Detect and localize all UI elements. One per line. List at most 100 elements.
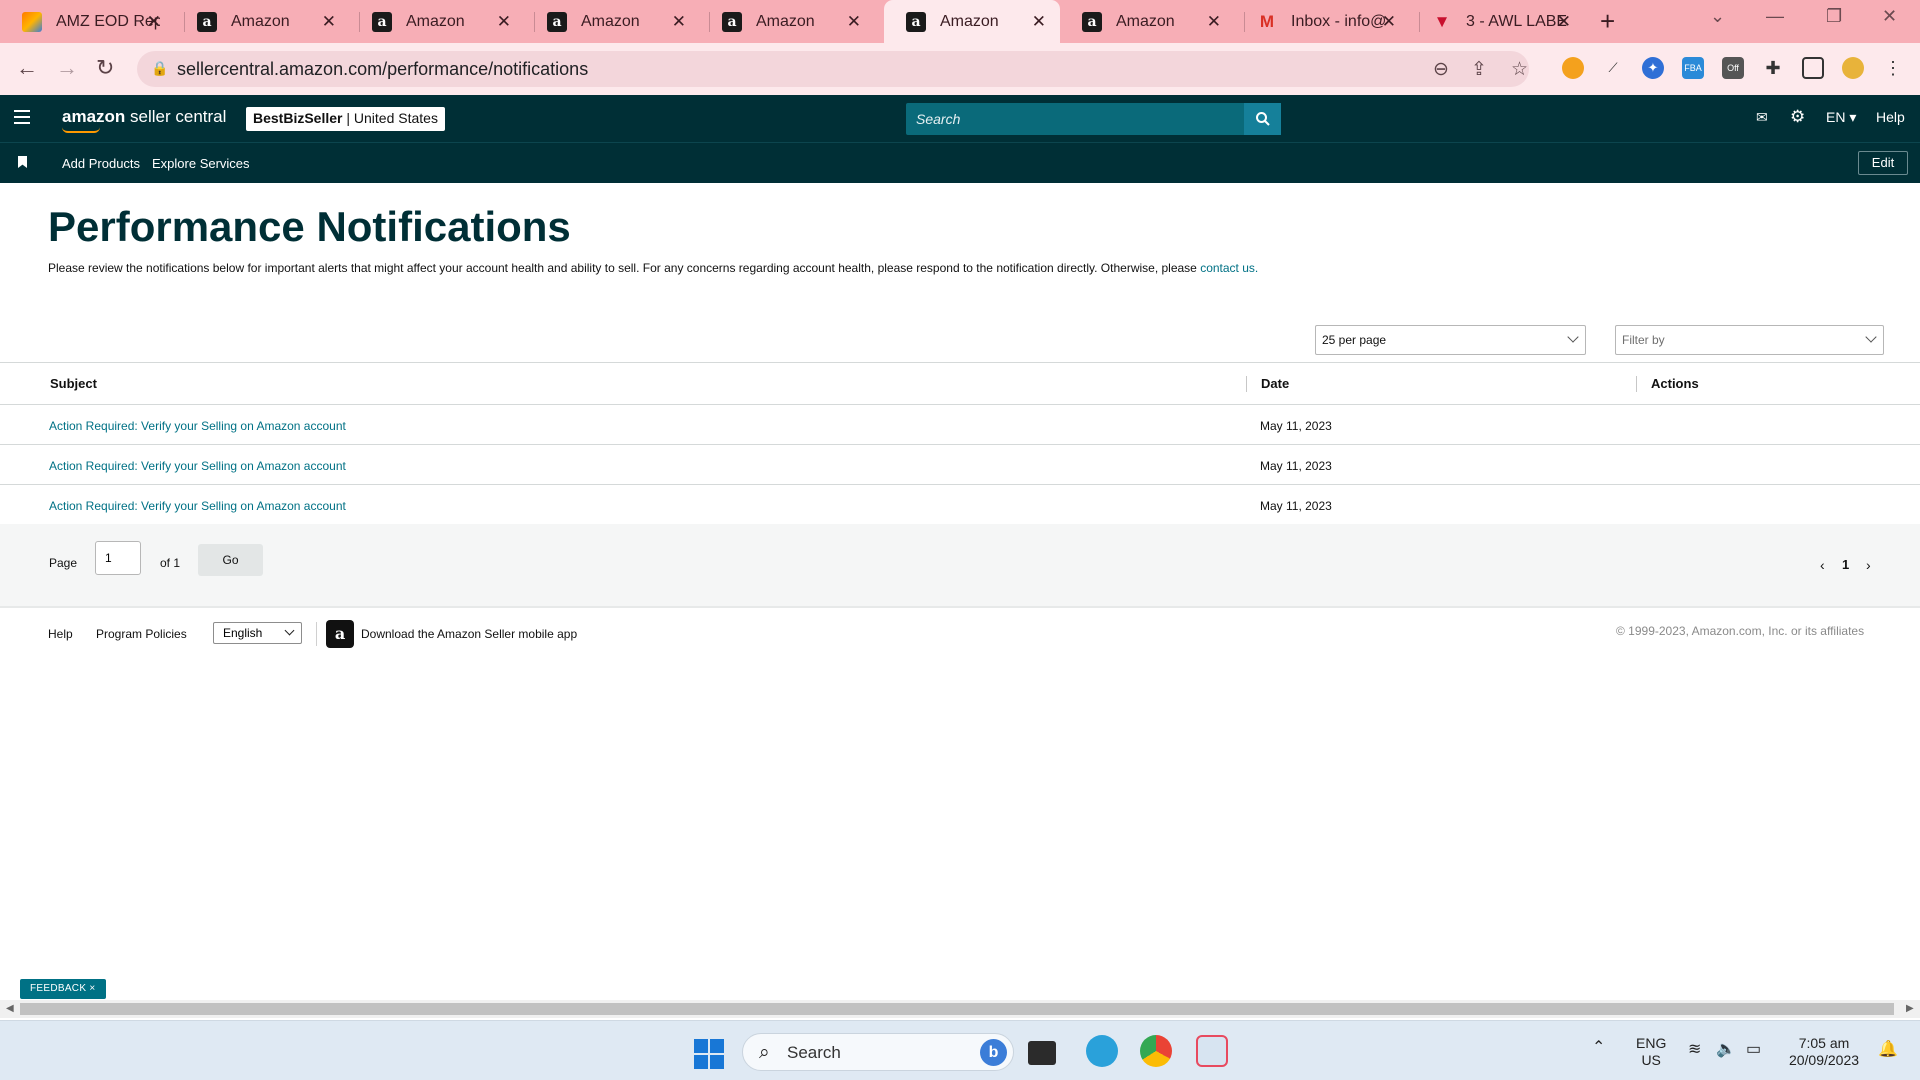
- chevron-right-icon[interactable]: ›: [1866, 557, 1871, 573]
- tab-search-icon[interactable]: ⌄: [1710, 6, 1725, 27]
- tab-amazon-6[interactable]: a Amazon ✕: [1060, 0, 1235, 43]
- amazon-icon: a: [197, 11, 217, 32]
- scrollbar-thumb[interactable]: [20, 1003, 1894, 1015]
- windows-start-icon[interactable]: [694, 1039, 724, 1069]
- notifications-table: Subject Date Actions Action Required: Ve…: [0, 362, 1920, 525]
- forward-icon[interactable]: →: [56, 55, 78, 81]
- zoom-icon[interactable]: ⊖: [1433, 58, 1449, 81]
- language-selector[interactable]: EN ▾: [1826, 109, 1856, 126]
- edit-button[interactable]: Edit: [1858, 151, 1908, 175]
- tab-amazon-2[interactable]: a Amazon ✕: [350, 0, 525, 43]
- per-page-select[interactable]: 25 per page: [1315, 325, 1586, 355]
- account-switcher[interactable]: BestBizSeller | United States: [246, 107, 445, 131]
- program-policies-link[interactable]: Program Policies: [96, 627, 187, 641]
- close-icon[interactable]: ✕: [1207, 12, 1221, 32]
- restore-icon[interactable]: ❐: [1826, 6, 1842, 27]
- notification-bell-icon[interactable]: 🔔: [1878, 1041, 1898, 1058]
- snipping-tool-icon[interactable]: [1196, 1035, 1228, 1067]
- amazon-app-icon[interactable]: a: [326, 620, 354, 648]
- close-icon[interactable]: ✕: [497, 12, 511, 32]
- tab-awl[interactable]: ▼ 3 - AWL LABE ✕: [1410, 0, 1585, 43]
- nav-explore-services[interactable]: Explore Services: [152, 156, 250, 171]
- per-page-value: 25 per page: [1322, 333, 1387, 347]
- horizontal-scrollbar[interactable]: ◀ ▶: [0, 1000, 1920, 1018]
- reload-icon[interactable]: ↻: [96, 55, 114, 81]
- tab-amz-eod[interactable]: AMZ EOD Rep ✕: [0, 0, 175, 43]
- search-icon: ⌕: [759, 1042, 770, 1063]
- search-button[interactable]: [1244, 103, 1281, 135]
- amazon-smile-icon: [62, 127, 100, 133]
- feedback-button[interactable]: FEEDBACK ×: [20, 979, 106, 999]
- battery-icon[interactable]: ▭: [1746, 1041, 1761, 1058]
- extension-icon[interactable]: [1562, 57, 1584, 79]
- bing-icon[interactable]: b: [980, 1039, 1007, 1066]
- extension-icon[interactable]: ✦: [1642, 57, 1664, 79]
- menu-kebab-icon[interactable]: ⋮: [1882, 57, 1904, 79]
- close-icon[interactable]: ✕: [1382, 12, 1396, 32]
- filter-select[interactable]: Filter by: [1615, 325, 1884, 355]
- column-date[interactable]: Date: [1261, 376, 1289, 391]
- chrome-icon[interactable]: [1140, 1035, 1172, 1067]
- volume-icon[interactable]: 🔈: [1716, 1041, 1736, 1058]
- extension-icon[interactable]: ⟋: [1602, 57, 1624, 79]
- close-icon[interactable]: ✕: [322, 12, 336, 32]
- omnibox[interactable]: 🔒 sellercentral.amazon.com/performance/n…: [137, 51, 1529, 87]
- notification-date: May 11, 2023: [1260, 459, 1332, 473]
- page-number-input[interactable]: 1: [95, 541, 141, 575]
- tab-title: Amazon: [231, 12, 290, 30]
- notification-subject-link[interactable]: Action Required: Verify your Selling on …: [49, 419, 346, 433]
- tab-gmail[interactable]: M Inbox - info@ ✕: [1235, 0, 1410, 43]
- fba-extension-icon[interactable]: FBA: [1682, 57, 1704, 79]
- scroll-left-icon[interactable]: ◀: [6, 1003, 14, 1014]
- close-icon[interactable]: ✕: [847, 12, 861, 32]
- footer-language-select[interactable]: English: [213, 622, 302, 644]
- go-button[interactable]: Go: [198, 544, 263, 576]
- tab-amazon-active[interactable]: a Amazon ✕: [884, 0, 1060, 43]
- taskbar-search[interactable]: ⌕ Search b: [742, 1033, 1014, 1071]
- bookmark-icon[interactable]: [18, 156, 27, 168]
- close-icon[interactable]: ✕: [147, 12, 161, 32]
- search-input[interactable]: Search: [906, 103, 1281, 135]
- tab-title: AMZ EOD Rep: [56, 12, 160, 30]
- hamburger-menu-icon[interactable]: [14, 110, 30, 124]
- minimize-icon[interactable]: —: [1766, 6, 1784, 27]
- tab-amazon-3[interactable]: a Amazon ✕: [525, 0, 700, 43]
- footer-help-link[interactable]: Help: [48, 627, 73, 641]
- download-app-link[interactable]: Download the Amazon Seller mobile app: [361, 627, 577, 641]
- tab-amazon-1[interactable]: a Amazon ✕: [175, 0, 350, 43]
- filter-placeholder: Filter by: [1622, 333, 1665, 347]
- window-close-icon[interactable]: ✕: [1882, 6, 1897, 27]
- side-panel-icon[interactable]: [1802, 57, 1824, 79]
- puzzle-icon[interactable]: ✚: [1762, 57, 1784, 79]
- new-tab-icon[interactable]: +: [1600, 6, 1615, 37]
- wifi-icon[interactable]: ≋: [1688, 1041, 1701, 1058]
- column-subject[interactable]: Subject: [50, 376, 97, 391]
- share-icon[interactable]: ⇪: [1471, 58, 1487, 81]
- language-indicator[interactable]: ENG US: [1636, 1035, 1666, 1069]
- scroll-right-icon[interactable]: ▶: [1906, 1003, 1914, 1014]
- help-link[interactable]: Help: [1876, 109, 1905, 125]
- mail-icon[interactable]: ✉: [1756, 109, 1768, 126]
- search-placeholder: Search: [916, 111, 961, 127]
- chevron-left-icon[interactable]: ‹: [1820, 557, 1825, 573]
- bookmark-star-icon[interactable]: ☆: [1511, 58, 1528, 81]
- tray-chevron-up-icon[interactable]: ⌃: [1592, 1039, 1605, 1056]
- url-text[interactable]: sellercentral.amazon.com/performance/not…: [177, 59, 588, 80]
- clock[interactable]: 7:05 am 20/09/2023: [1784, 1035, 1864, 1069]
- extension-off-icon[interactable]: Off: [1722, 57, 1744, 79]
- contact-us-link[interactable]: contact us.: [1200, 261, 1258, 275]
- profile-avatar[interactable]: [1842, 57, 1864, 79]
- gear-icon[interactable]: ⚙: [1790, 107, 1805, 127]
- seller-central-logo[interactable]: amazon seller central: [62, 107, 226, 133]
- nav-add-products[interactable]: Add Products: [62, 156, 140, 171]
- file-explorer-icon[interactable]: [1028, 1041, 1056, 1065]
- close-icon[interactable]: ✕: [1032, 12, 1046, 32]
- notification-subject-link[interactable]: Action Required: Verify your Selling on …: [49, 459, 346, 473]
- close-icon[interactable]: ✕: [672, 12, 686, 32]
- tab-amazon-4[interactable]: a Amazon ✕: [700, 0, 875, 43]
- back-icon[interactable]: ←: [16, 55, 38, 81]
- table-row: Action Required: Verify your Selling on …: [0, 485, 1920, 525]
- telegram-icon[interactable]: [1086, 1035, 1118, 1067]
- notification-subject-link[interactable]: Action Required: Verify your Selling on …: [49, 499, 346, 513]
- close-icon[interactable]: ✕: [1557, 12, 1571, 32]
